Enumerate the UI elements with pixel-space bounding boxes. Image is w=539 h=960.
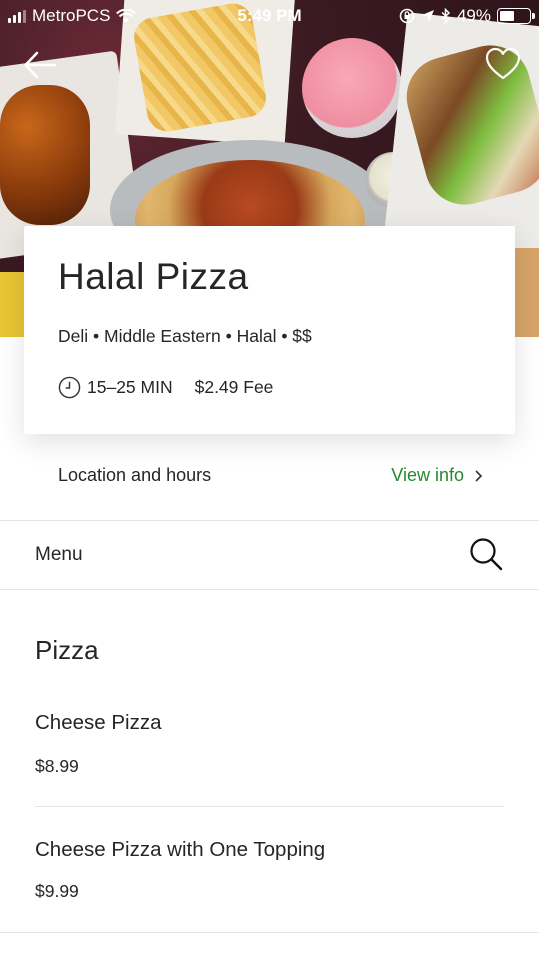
- restaurant-tags: Deli • Middle Eastern • Halal • $$: [58, 326, 312, 346]
- menu-item-price: $9.99: [35, 881, 79, 901]
- location-row: Location and hours View info: [0, 440, 539, 520]
- divider: [35, 806, 504, 807]
- view-info-link[interactable]: View info: [391, 465, 483, 486]
- favorite-button[interactable]: [484, 46, 524, 86]
- chevron-right-icon: [475, 469, 483, 482]
- menu-item-name: Cheese Pizza: [35, 711, 162, 734]
- menu-section-title: Pizza: [35, 635, 99, 665]
- location-label: Location and hours: [58, 465, 212, 485]
- location-arrow-icon: [421, 10, 434, 22]
- menu-item[interactable]: Cheese Pizza $8.99: [0, 695, 539, 805]
- divider: [0, 932, 539, 933]
- clock-icon: [58, 376, 81, 399]
- heart-outline-icon: [485, 47, 521, 80]
- menu-item[interactable]: Cheese Pizza with One Topping $9.99: [0, 820, 539, 932]
- orientation-lock-icon: [399, 8, 415, 24]
- search-button[interactable]: [466, 535, 506, 575]
- menu-header: Menu: [0, 521, 539, 589]
- back-button[interactable]: [22, 48, 62, 84]
- delivery-eta: 15–25 MIN: [87, 377, 173, 397]
- delivery-meta: 15–25 MIN $2.49 Fee: [58, 376, 273, 399]
- menu-label: Menu: [35, 544, 83, 565]
- battery-percent: 49%: [456, 6, 491, 25]
- menu-item-price: $8.99: [35, 756, 79, 776]
- search-icon: [470, 538, 503, 571]
- view-info-label: View info: [391, 465, 464, 485]
- divider: [0, 589, 539, 590]
- arrow-left-icon: [24, 51, 57, 79]
- battery-icon: [497, 8, 535, 24]
- menu-item-name: Cheese Pizza with One Topping: [35, 838, 326, 861]
- restaurant-name: Halal Pizza: [58, 256, 249, 297]
- delivery-fee: $2.49 Fee: [194, 377, 274, 397]
- bluetooth-icon: [441, 8, 451, 24]
- restaurant-info-card: Halal Pizza Deli • Middle Eastern • Hala…: [24, 226, 515, 434]
- status-bar: MetroPCS 5:49 PM 49%: [0, 0, 539, 32]
